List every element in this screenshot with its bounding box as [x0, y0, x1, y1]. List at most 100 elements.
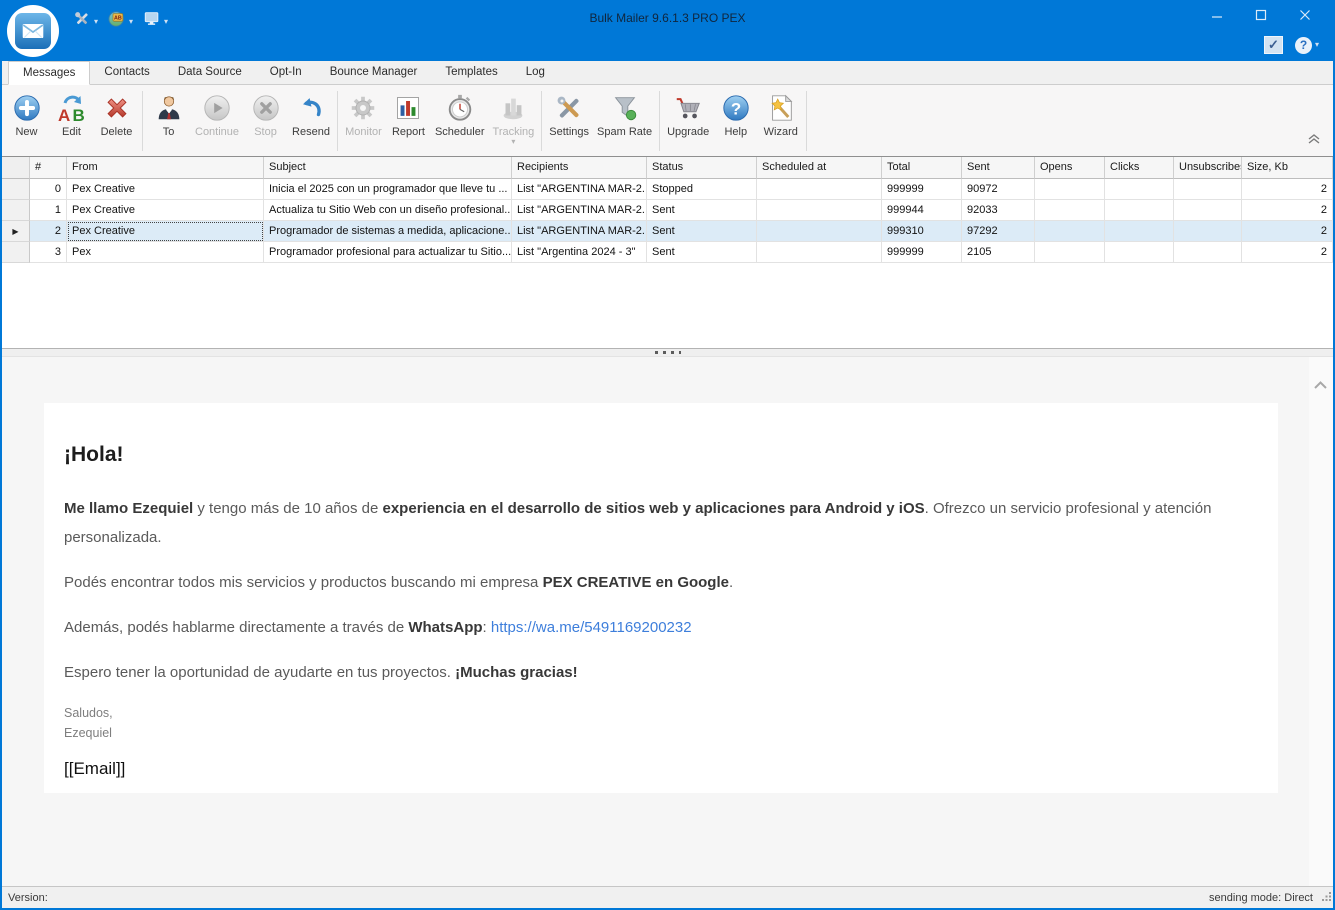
scheduler-button[interactable]: Scheduler [431, 90, 489, 138]
title-bar: ▾ AB ▾ ▾ Bulk Mailer 9.6.1.3 PRO PEX ✓ ?… [2, 0, 1333, 61]
wrench-screwdriver-icon [553, 92, 585, 124]
new-button[interactable]: New [4, 90, 49, 138]
cell-recipients: List "ARGENTINA MAR-2... [512, 221, 647, 242]
grip-dots-icon [1321, 891, 1332, 902]
cell-total: 999310 [882, 221, 962, 242]
cell-status: Sent [647, 221, 757, 242]
col-header-total[interactable]: Total [882, 157, 962, 179]
signature-line: Ezequiel [64, 723, 1238, 743]
tab-contacts[interactable]: Contacts [90, 61, 163, 85]
to-button[interactable]: To [146, 90, 191, 138]
grid-empty-area [2, 263, 1333, 327]
cell-subject: Inicia el 2025 con un programador que ll… [264, 179, 512, 200]
chevron-down-icon: ▾ [511, 138, 515, 146]
email-signature: Saludos, Ezequiel [64, 703, 1238, 743]
col-header-subject[interactable]: Subject [264, 157, 512, 179]
cell-total: 999944 [882, 200, 962, 221]
report-button[interactable]: Report [386, 90, 431, 138]
help-question-icon: ? [720, 92, 752, 124]
cell-size-kb: 2 [1242, 242, 1333, 263]
email-heading: ¡Hola! [64, 443, 1238, 467]
email-text: : [483, 619, 491, 636]
cell-subject: Actualiza tu Sitio Web con un diseño pro… [264, 200, 512, 221]
cell-from: Pex Creative [67, 221, 264, 242]
col-header-opens[interactable]: Opens [1035, 157, 1105, 179]
continue-button: Continue [191, 90, 243, 138]
resize-grip[interactable] [1321, 889, 1332, 907]
maximize-button[interactable] [1239, 0, 1283, 30]
email-text: . [729, 574, 733, 591]
tab-templates[interactable]: Templates [431, 61, 511, 85]
tab-data-source[interactable]: Data Source [164, 61, 256, 85]
help-icon: ? [1295, 37, 1312, 54]
email-bold-text: Me llamo Ezequiel [64, 500, 193, 517]
cell-unsubscribes [1174, 179, 1242, 200]
col-header-unsubscribes[interactable]: Unsubscribes [1174, 157, 1242, 179]
table-row[interactable]: 0 Pex Creative Inicia el 2025 con un pro… [2, 179, 1333, 200]
tab-log[interactable]: Log [512, 61, 559, 85]
messages-grid: # From Subject Recipients Status Schedul… [2, 157, 1333, 348]
table-row[interactable]: 1 Pex Creative Actualiza tu Sitio Web co… [2, 200, 1333, 221]
help-menu-button[interactable]: ? ▾ [1295, 37, 1319, 54]
tab-bounce-manager[interactable]: Bounce Manager [316, 61, 432, 85]
toolbar-separator [659, 91, 660, 151]
upgrade-button[interactable]: Upgrade [663, 90, 713, 138]
delete-x-icon [101, 92, 133, 124]
stop-button: Stop [243, 90, 288, 138]
person-icon [153, 92, 185, 124]
tab-opt-in[interactable]: Opt-In [256, 61, 316, 85]
splitter-handle-dots [655, 351, 681, 354]
toolbar-separator [142, 91, 143, 151]
tab-messages[interactable]: Messages [8, 61, 90, 85]
cell-subject: Programador profesional para actualizar … [264, 242, 512, 263]
edit-letter-b: B [72, 106, 84, 124]
col-header-clicks[interactable]: Clicks [1105, 157, 1174, 179]
toolbar-separator [541, 91, 542, 151]
funnel-icon [609, 92, 641, 124]
scroll-up-button[interactable] [1313, 377, 1328, 395]
close-button[interactable] [1283, 0, 1327, 30]
cell-sent: 90972 [962, 179, 1035, 200]
collapse-ribbon-button[interactable] [1307, 132, 1321, 150]
select-check-button[interactable]: ✓ [1264, 36, 1283, 54]
email-merge-placeholder: [[Email]] [64, 759, 1238, 779]
minimize-button[interactable] [1195, 0, 1239, 30]
spam-rate-button[interactable]: Spam Rate [593, 90, 656, 138]
cell-opens [1035, 179, 1105, 200]
settings-button[interactable]: Settings [545, 90, 593, 138]
col-header-sent[interactable]: Sent [962, 157, 1035, 179]
envelope-icon [15, 13, 51, 49]
resend-arrow-icon [295, 92, 327, 124]
delete-button[interactable]: Delete [94, 90, 139, 138]
col-header-size-kb[interactable]: Size, Kb [1242, 157, 1333, 179]
email-bold-text: experiencia en el desarrollo de sitios w… [383, 500, 925, 517]
row-selector-cell [2, 242, 30, 263]
wizard-button[interactable]: Wizard [758, 90, 803, 138]
cell-size-kb: 2 [1242, 179, 1333, 200]
cell-from: Pex [67, 242, 264, 263]
col-header-status[interactable]: Status [647, 157, 757, 179]
resend-button[interactable]: Resend [288, 90, 334, 138]
whatsapp-link[interactable]: https://wa.me/5491169200232 [491, 619, 692, 636]
window-title: Bulk Mailer 9.6.1.3 PRO PEX [2, 11, 1333, 25]
app-window: ▾ AB ▾ ▾ Bulk Mailer 9.6.1.3 PRO PEX ✓ ?… [0, 0, 1335, 910]
preview-scrollbar[interactable] [1309, 357, 1333, 886]
gear-icon [347, 92, 379, 124]
signature-line: Saludos, [64, 703, 1238, 723]
help-button[interactable]: ? Help [713, 90, 758, 138]
table-row-selected[interactable]: ▶ 2 Pex Creative Programador de sistemas… [2, 221, 1333, 242]
monitor-button: Monitor [341, 90, 386, 138]
status-sending-mode: sending mode: Direct [1209, 892, 1313, 904]
edit-button[interactable]: AB Edit [49, 90, 94, 138]
col-header-scheduled-at[interactable]: Scheduled at [757, 157, 882, 179]
col-header-from[interactable]: From [67, 157, 264, 179]
col-header-recipients[interactable]: Recipients [512, 157, 647, 179]
cell-number: 0 [30, 179, 67, 200]
message-preview-pane: ¡Hola! Me llamo Ezequiel y tengo más de … [2, 357, 1333, 886]
row-selector-cell [2, 200, 30, 221]
status-bar: Version: sending mode: Direct [2, 886, 1333, 908]
col-header-number[interactable]: # [30, 157, 67, 179]
cell-sent: 97292 [962, 221, 1035, 242]
table-row[interactable]: 3 Pex Programador profesional para actua… [2, 242, 1333, 263]
pane-splitter[interactable] [2, 348, 1333, 357]
